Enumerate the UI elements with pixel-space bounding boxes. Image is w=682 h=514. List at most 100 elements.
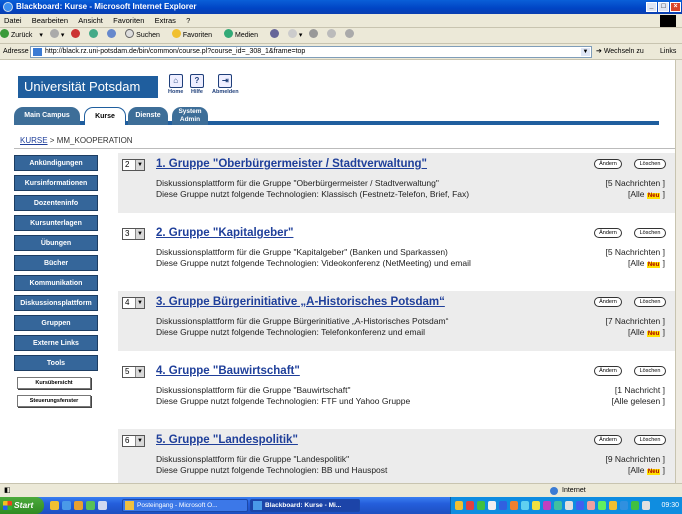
edit-button[interactable]: Ändern — [594, 159, 622, 169]
nav-buecher[interactable]: Bücher — [14, 255, 98, 271]
delete-button[interactable]: Löschen — [634, 435, 666, 445]
back-button[interactable]: Zurück ▾ — [0, 28, 43, 44]
group-title-link[interactable]: 4. Gruppe "Bauwirtschaft" — [156, 365, 300, 377]
group-title-link[interactable]: 3. Gruppe Bürgerinitiative „A-Historisch… — [156, 296, 445, 308]
edit-button[interactable]: Ändern — [594, 297, 622, 307]
edit-button[interactable]: Ändern — [594, 435, 622, 445]
tray-icon[interactable] — [576, 501, 584, 510]
media-button[interactable]: Medien — [224, 28, 263, 44]
tab-kurse[interactable]: Kurse — [84, 107, 126, 125]
group-title-link[interactable]: 2. Gruppe "Kapitalgeber" — [156, 227, 293, 239]
tray-icon[interactable] — [510, 501, 518, 510]
message-count[interactable]: [5 Nachrichten ] — [605, 178, 665, 188]
folder-icon[interactable] — [50, 501, 59, 510]
read-status[interactable]: [Alle Neu ] — [628, 327, 665, 337]
start-button[interactable]: Start — [0, 497, 44, 514]
edit-button[interactable]: Ändern — [594, 366, 622, 376]
university-logo[interactable]: Universität Potsdam — [18, 76, 158, 98]
address-input[interactable]: http://black.rz.uni-potsdam.de/bin/commo… — [30, 46, 592, 58]
nav-gruppen[interactable]: Gruppen — [14, 315, 98, 331]
menu-favoriten[interactable]: Favoriten — [113, 16, 144, 25]
order-select[interactable]: 4 ▼ — [122, 297, 145, 309]
tray-icon[interactable] — [466, 501, 474, 510]
group-title-link[interactable]: 5. Gruppe "Landespolitik" — [156, 434, 298, 446]
minimize-button[interactable]: _ — [646, 2, 657, 12]
favorites-button[interactable]: Favoriten — [171, 28, 217, 44]
nav-steuerungsfenster[interactable]: Steuerungsfenster — [17, 395, 91, 407]
nav-kursinformationen[interactable]: Kursinformationen — [14, 175, 98, 191]
order-select[interactable]: 2 ▼ — [122, 159, 145, 171]
message-count[interactable]: [1 Nachricht ] — [615, 385, 665, 395]
message-count[interactable]: [7 Nachrichten ] — [605, 316, 665, 326]
order-select[interactable]: 6 ▼ — [122, 435, 145, 447]
delete-button[interactable]: Löschen — [634, 297, 666, 307]
nav-uebungen[interactable]: Übungen — [14, 235, 98, 251]
window-titlebar[interactable]: Blackboard: Kurse - Microsoft Internet E… — [0, 0, 682, 14]
header-help[interactable]: ? Hilfe — [190, 74, 204, 95]
print-button[interactable] — [309, 28, 320, 44]
tray-icon[interactable] — [587, 501, 595, 510]
tab-system-admin[interactable]: System Admin — [172, 107, 208, 125]
nav-diskussionsplattform[interactable]: Diskussionsplattform — [14, 295, 98, 311]
tray-icon[interactable] — [598, 501, 606, 510]
read-status[interactable]: [Alle Neu ] — [628, 465, 665, 475]
message-count[interactable]: [9 Nachrichten ] — [605, 454, 665, 464]
clock[interactable]: 09:30 — [661, 497, 679, 514]
nav-kommunikation[interactable]: Kommunikation — [14, 275, 98, 291]
history-button[interactable] — [269, 28, 281, 44]
close-button[interactable]: × — [670, 2, 681, 12]
links-button[interactable]: Links — [660, 44, 676, 60]
tab-dienste[interactable]: Dienste — [128, 107, 168, 125]
delete-button[interactable]: Löschen — [634, 366, 666, 376]
tray-icon[interactable] — [477, 501, 485, 510]
nav-dozenteninfo[interactable]: Dozenteninfo — [14, 195, 98, 211]
ie-icon[interactable] — [62, 501, 71, 510]
tray-icon[interactable] — [620, 501, 628, 510]
group-title-link[interactable]: 1. Gruppe "Oberbürgermeister / Stadtverw… — [156, 158, 427, 170]
desktop-icon[interactable] — [86, 501, 95, 510]
menu-help[interactable]: ? — [186, 16, 190, 25]
tray-icon[interactable] — [642, 501, 650, 510]
nav-ankuendigungen[interactable]: Ankündigungen — [14, 155, 98, 171]
tray-icon[interactable] — [554, 501, 562, 510]
forward-button[interactable]: ▾ — [49, 28, 64, 44]
header-logout[interactable]: ⇥ Abmelden — [212, 74, 239, 95]
refresh-button[interactable] — [89, 28, 100, 44]
discuss-button[interactable] — [345, 28, 356, 44]
tray-icon[interactable] — [455, 501, 463, 510]
menu-bearbeiten[interactable]: Bearbeiten — [32, 16, 68, 25]
edit-button[interactable] — [327, 28, 338, 44]
read-status[interactable]: [Alle Neu ] — [628, 189, 665, 199]
home-button[interactable] — [107, 28, 118, 44]
address-dropdown-icon[interactable]: ▼ — [581, 48, 590, 56]
tray-icon[interactable] — [532, 501, 540, 510]
menu-datei[interactable]: Datei — [4, 16, 22, 25]
tray-icon[interactable] — [609, 501, 617, 510]
message-count[interactable]: [5 Nachrichten ] — [605, 247, 665, 257]
maximize-button[interactable]: □ — [658, 2, 669, 12]
tray-icon[interactable] — [543, 501, 551, 510]
task-blackboard[interactable]: Blackboard: Kurse - Mi... — [250, 499, 360, 512]
nav-tools[interactable]: Tools — [14, 355, 98, 371]
nav-kursunterlagen[interactable]: Kursunterlagen — [14, 215, 98, 231]
nav-externe-links[interactable]: Externe Links — [14, 335, 98, 351]
delete-button[interactable]: Löschen — [634, 228, 666, 238]
read-status[interactable]: [Alle gelesen ] — [612, 396, 665, 406]
breadcrumb-kurse-link[interactable]: KURSE — [20, 136, 48, 145]
edit-button[interactable]: Ändern — [594, 228, 622, 238]
tray-icon[interactable] — [565, 501, 573, 510]
stop-button[interactable] — [71, 28, 82, 44]
tray-icon[interactable] — [488, 501, 496, 510]
menu-extras[interactable]: Extras — [155, 16, 176, 25]
tray-icon[interactable] — [499, 501, 507, 510]
order-select[interactable]: 5 ▼ — [122, 366, 145, 378]
menu-ansicht[interactable]: Ansicht — [78, 16, 103, 25]
mail-button[interactable]: ▾ — [287, 28, 302, 44]
header-home[interactable]: ⌂ Home — [168, 74, 183, 95]
media-icon[interactable] — [98, 501, 107, 510]
read-status[interactable]: [Alle Neu ] — [628, 258, 665, 268]
task-outlook[interactable]: Posteingang - Microsoft O... — [122, 499, 248, 512]
search-button[interactable]: Suchen — [125, 28, 165, 44]
tray-icon[interactable] — [631, 501, 639, 510]
order-select[interactable]: 3 ▼ — [122, 228, 145, 240]
